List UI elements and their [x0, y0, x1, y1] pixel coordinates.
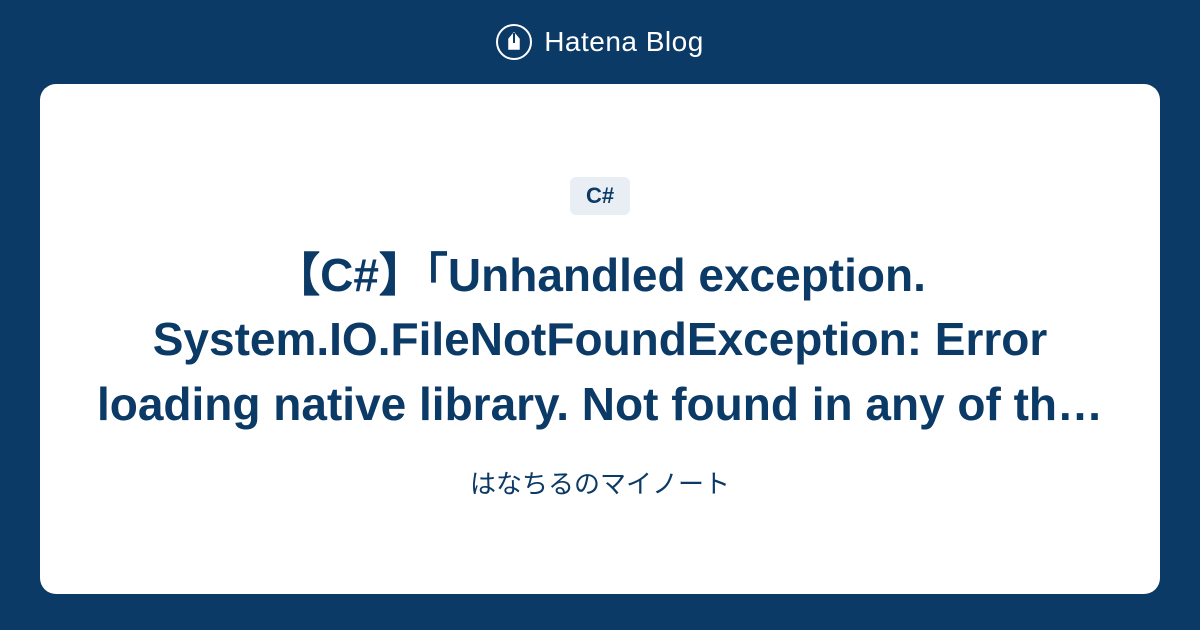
blog-name: はなちるのマイノート: [470, 464, 730, 501]
hatena-logo-icon: [496, 24, 532, 60]
article-title: 【C#】「Unhandled exception. System.IO.File…: [90, 243, 1110, 436]
logo-text: Hatena Blog: [544, 26, 704, 58]
header: Hatena Blog: [496, 0, 704, 84]
content-card: C# 【C#】「Unhandled exception. System.IO.F…: [40, 84, 1160, 594]
category-tag: C#: [570, 177, 630, 215]
